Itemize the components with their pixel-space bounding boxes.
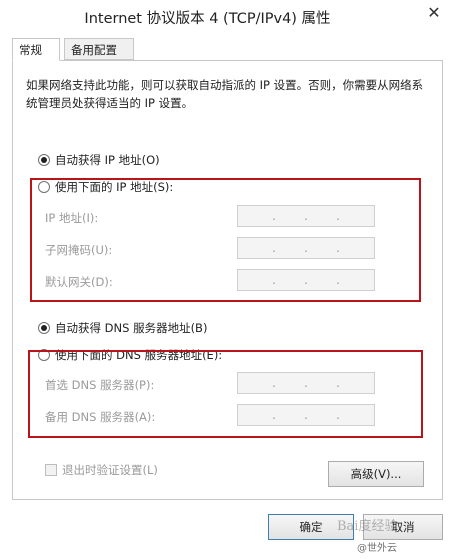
auto-dns-option[interactable]: 自动获得 DNS 服务器地址(B) <box>38 320 207 336</box>
default-gateway-dot: . <box>336 273 340 287</box>
tab-alternate-configuration[interactable]: 备用配置 <box>64 38 134 60</box>
watermark-logo: Bai度经验 <box>337 519 398 534</box>
default-gateway-dot: . <box>272 273 276 287</box>
alternate-dns-input[interactable]: . . . <box>237 404 375 426</box>
preferred-dns-input[interactable]: . . . <box>237 372 375 394</box>
default-gateway-label: 默认网关(D): <box>45 275 113 289</box>
ip-address-dot: . <box>336 209 340 223</box>
default-gateway-input[interactable]: . . . <box>237 269 375 291</box>
watermark: Bai度经验 @世外云 <box>337 515 455 559</box>
auto-ip-label: 自动获得 IP 地址(O) <box>55 153 160 167</box>
window-title: Internet 协议版本 4 (TCP/IPv4) 属性 <box>84 11 331 27</box>
manual-dns-option[interactable]: 使用下面的 DNS 服务器地址(E): <box>38 347 222 363</box>
ip-address-dot: . <box>304 209 308 223</box>
validate-settings-label: 退出时验证设置(L) <box>62 463 158 477</box>
preferred-dns-label: 首选 DNS 服务器(P): <box>45 378 155 392</box>
default-gateway-dot: . <box>304 273 308 287</box>
manual-dns-label: 使用下面的 DNS 服务器地址(E): <box>55 348 223 362</box>
subnet-mask-dot: . <box>304 241 308 255</box>
ip-address-input[interactable]: . . . <box>237 205 375 227</box>
alternate-dns-dot: . <box>336 408 340 422</box>
auto-ip-option[interactable]: 自动获得 IP 地址(O) <box>38 152 160 168</box>
subnet-mask-dot: . <box>336 241 340 255</box>
advanced-button[interactable]: 高级(V)... <box>328 461 424 487</box>
manual-ip-option[interactable]: 使用下面的 IP 地址(S): <box>38 179 173 195</box>
auto-dns-label: 自动获得 DNS 服务器地址(B) <box>55 321 208 335</box>
close-button[interactable]: ✕ <box>419 2 449 24</box>
title-bar: Internet 协议版本 4 (TCP/IPv4) 属性 ✕ <box>0 0 455 34</box>
subnet-mask-label: 子网掩码(U): <box>45 243 113 257</box>
auto-ip-radio[interactable] <box>38 154 50 166</box>
description-text: 如果网络支持此功能，则可以获取自动指派的 IP 设置。否则，你需要从网络系统管理… <box>26 78 424 110</box>
validate-settings-checkbox[interactable] <box>45 464 57 476</box>
subnet-mask-dot: . <box>272 241 276 255</box>
manual-dns-radio[interactable] <box>38 349 50 361</box>
subnet-mask-input[interactable]: . . . <box>237 237 375 259</box>
alternate-dns-label: 备用 DNS 服务器(A): <box>45 410 156 424</box>
watermark-author: @世外云 <box>357 543 397 554</box>
manual-ip-radio[interactable] <box>38 181 50 193</box>
ip-address-dot: . <box>272 209 276 223</box>
manual-ip-label: 使用下面的 IP 地址(S): <box>55 180 174 194</box>
alternate-dns-dot: . <box>304 408 308 422</box>
preferred-dns-dot: . <box>304 376 308 390</box>
tab-general[interactable]: 常规 <box>12 38 60 61</box>
auto-dns-radio[interactable] <box>38 322 50 334</box>
validate-settings-option[interactable]: 退出时验证设置(L) <box>45 462 158 478</box>
alternate-dns-dot: . <box>272 408 276 422</box>
preferred-dns-dot: . <box>336 376 340 390</box>
preferred-dns-dot: . <box>272 376 276 390</box>
ip-address-label: IP 地址(I): <box>45 211 99 225</box>
